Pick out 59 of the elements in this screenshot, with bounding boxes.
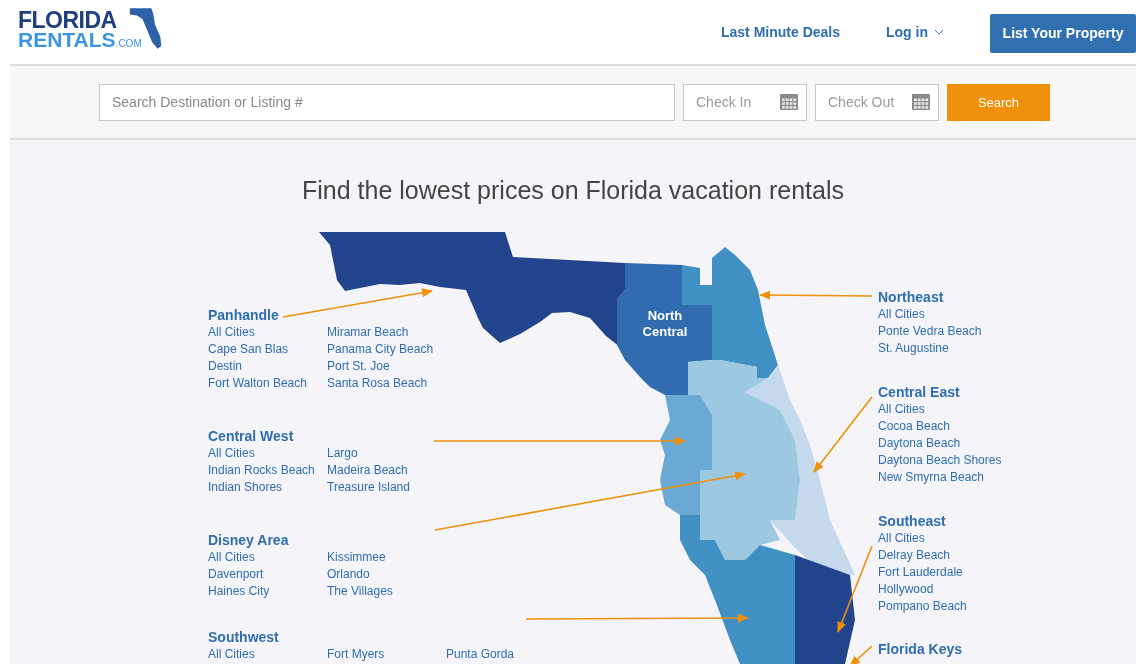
city-link[interactable]: Daytona Beach Shores — [878, 452, 1002, 469]
region-link[interactable]: Panhandle — [208, 307, 548, 324]
nav-link[interactable]: Last Minute Deals — [720, 24, 840, 40]
list-property-button[interactable]: List Your Property — [990, 13, 1136, 53]
city-link[interactable]: Davenport — [208, 566, 270, 583]
city-link[interactable]: The Villages — [327, 583, 393, 600]
city-link[interactable]: St. Augustine — [878, 340, 982, 357]
region-link[interactable]: Florida Keys — [878, 641, 1136, 658]
city-link[interactable]: All Cities — [208, 646, 255, 663]
login-menu[interactable]: Log in — [886, 24, 944, 40]
city-link[interactable]: Destin — [208, 358, 307, 375]
city-link[interactable]: All Cities — [878, 530, 967, 547]
city-link[interactable]: Punta Gorda — [446, 646, 515, 663]
city-link[interactable]: Santa Rosa Beach — [327, 375, 434, 392]
city-link[interactable]: Kissimmee — [327, 549, 393, 566]
destination-search-field[interactable]: Search Destination or Listing # — [99, 83, 675, 121]
page-heading: Find the lowest prices on Florida vacation rentals — [301, 176, 845, 205]
city-link[interactable]: All Cities — [208, 324, 307, 341]
region-link[interactable]: Southwest — [208, 629, 548, 646]
city-link[interactable]: Haines City — [208, 583, 270, 600]
city-link[interactable]: All Cities — [208, 445, 315, 462]
city-link[interactable]: Daytona Beach — [878, 435, 1002, 452]
map-region[interactable] — [745, 365, 855, 575]
city-link[interactable]: Fort Myers — [327, 646, 385, 663]
city-link[interactable]: Indian Shores — [208, 479, 315, 496]
chevron-down-icon — [934, 29, 944, 35]
region-link[interactable]: Northeast — [878, 289, 1136, 306]
city-link[interactable]: Cape San Blas — [208, 341, 307, 358]
region-link[interactable]: Southeast — [878, 513, 1136, 530]
leader-line — [849, 645, 873, 664]
city-link[interactable]: Port St. Joe — [327, 358, 434, 375]
region-link[interactable]: Central East — [878, 384, 1136, 401]
city-link[interactable]: Delray Beach — [878, 547, 967, 564]
city-link[interactable]: Fort Walton Beach — [208, 375, 307, 392]
region-link[interactable]: Disney Area — [208, 532, 548, 549]
city-link[interactable]: All Cities — [878, 306, 982, 323]
city-link[interactable]: Largo — [327, 445, 410, 462]
city-link[interactable]: Hollywood — [878, 581, 967, 598]
city-link[interactable]: Indian Rocks Beach — [208, 462, 315, 479]
map-label: North Central — [642, 308, 688, 339]
city-link[interactable]: Orlando — [327, 566, 393, 583]
city-link[interactable]: Treasure Island — [327, 479, 410, 496]
city-link[interactable]: Fort Lauderdale — [878, 564, 967, 581]
city-link[interactable]: Miramar Beach — [327, 324, 434, 341]
date-field[interactable]: Check Out — [815, 83, 939, 121]
city-link[interactable]: New Smyrna Beach — [878, 469, 1002, 486]
city-link[interactable]: All Cities — [878, 401, 1002, 418]
date-field[interactable]: Check In — [683, 83, 807, 121]
city-link[interactable]: Madeira Beach — [327, 462, 410, 479]
city-link[interactable]: Pompano Beach — [878, 598, 967, 615]
site-logo[interactable]: FLORIDA RENTALS.COM — [18, 10, 164, 54]
region-link[interactable]: Central West — [208, 428, 548, 445]
calendar-icon — [780, 94, 798, 110]
city-link[interactable]: Panama City Beach — [327, 341, 434, 358]
city-link[interactable]: All Cities — [208, 549, 270, 566]
map-region[interactable] — [617, 263, 712, 395]
city-link[interactable]: Ponte Vedra Beach — [878, 323, 982, 340]
calendar-icon — [912, 94, 930, 110]
city-link[interactable]: Cocoa Beach — [878, 418, 1002, 435]
